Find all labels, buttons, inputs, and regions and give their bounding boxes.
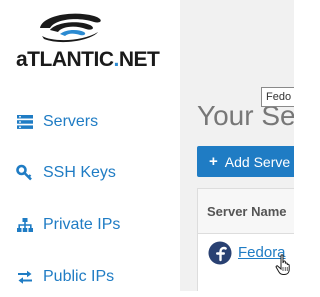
logo-wordmark: aTLANTIC.NET (16, 48, 160, 71)
sidebar-item-ssh-keys[interactable]: SSH Keys (0, 153, 180, 193)
fedora-icon (208, 241, 232, 265)
sidebar-item-label: Servers (43, 113, 99, 130)
sidebar-item-servers[interactable]: Servers (0, 102, 180, 142)
add-server-label: Add Serve (224, 153, 291, 170)
column-header-server-name[interactable]: Server Name (198, 189, 294, 234)
sidebar: aTLANTIC.NET Servers SSH Keys Private IP… (0, 0, 180, 291)
table-row: Fedora (198, 234, 294, 275)
sidebar-item-label: SSH Keys (43, 164, 116, 181)
atlantic-net-logo[interactable]: aTLANTIC.NET (8, 8, 160, 71)
sidebar-item-private-ips[interactable]: Private IPs (0, 205, 180, 245)
key-icon (15, 163, 35, 183)
sidebar-item-label: Public IPs (43, 268, 115, 285)
main-content: Your Se + Add Serve Server Name Fedora F… (180, 0, 294, 291)
network-icon (15, 215, 35, 235)
hand-cursor-icon (275, 254, 290, 275)
servers-table: Server Name Fedora (197, 188, 294, 291)
transfer-arrows-icon (15, 267, 35, 287)
add-server-button[interactable]: + Add Serve (197, 146, 294, 177)
plus-icon: + (209, 153, 218, 170)
tooltip: Fedo (261, 87, 294, 107)
servers-icon (15, 112, 35, 132)
sidebar-item-label: Private IPs (43, 216, 121, 233)
logo-swirl-icon (40, 13, 101, 43)
sidebar-item-public-ips[interactable]: Public IPs (0, 257, 180, 297)
